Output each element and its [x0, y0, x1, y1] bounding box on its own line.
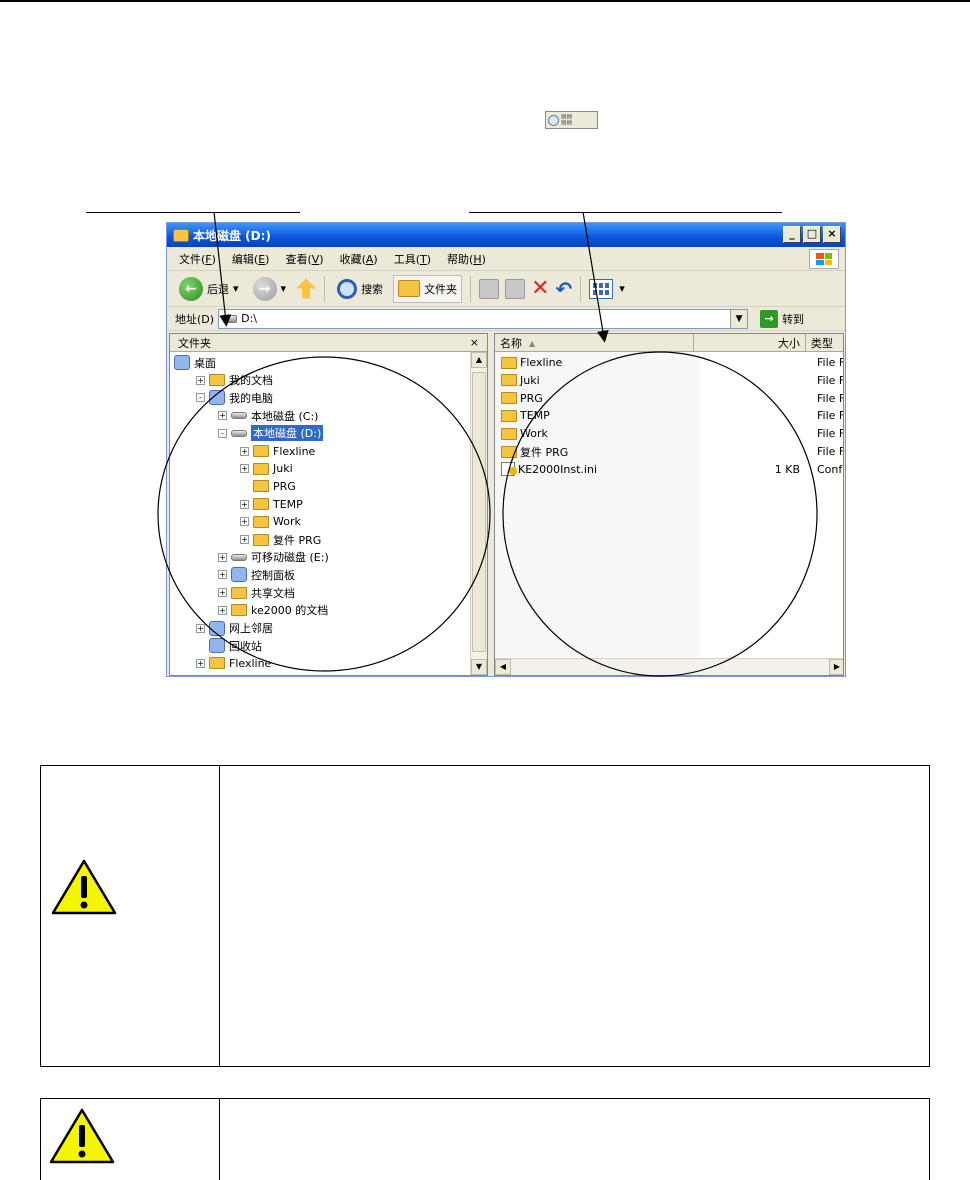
warning-triangle-icon — [50, 858, 118, 916]
warning-triangle-icon — [48, 1107, 116, 1165]
note-divider — [219, 1099, 220, 1180]
note-divider — [219, 766, 220, 1066]
caution-note-box — [40, 765, 930, 1067]
highlight-circle-file-pane — [502, 351, 818, 677]
callout-arrow-left — [213, 211, 232, 327]
highlight-circle-folder-pane — [157, 356, 491, 672]
callout-arrow-right — [582, 211, 609, 343]
caution-note-box-2 — [40, 1098, 930, 1180]
